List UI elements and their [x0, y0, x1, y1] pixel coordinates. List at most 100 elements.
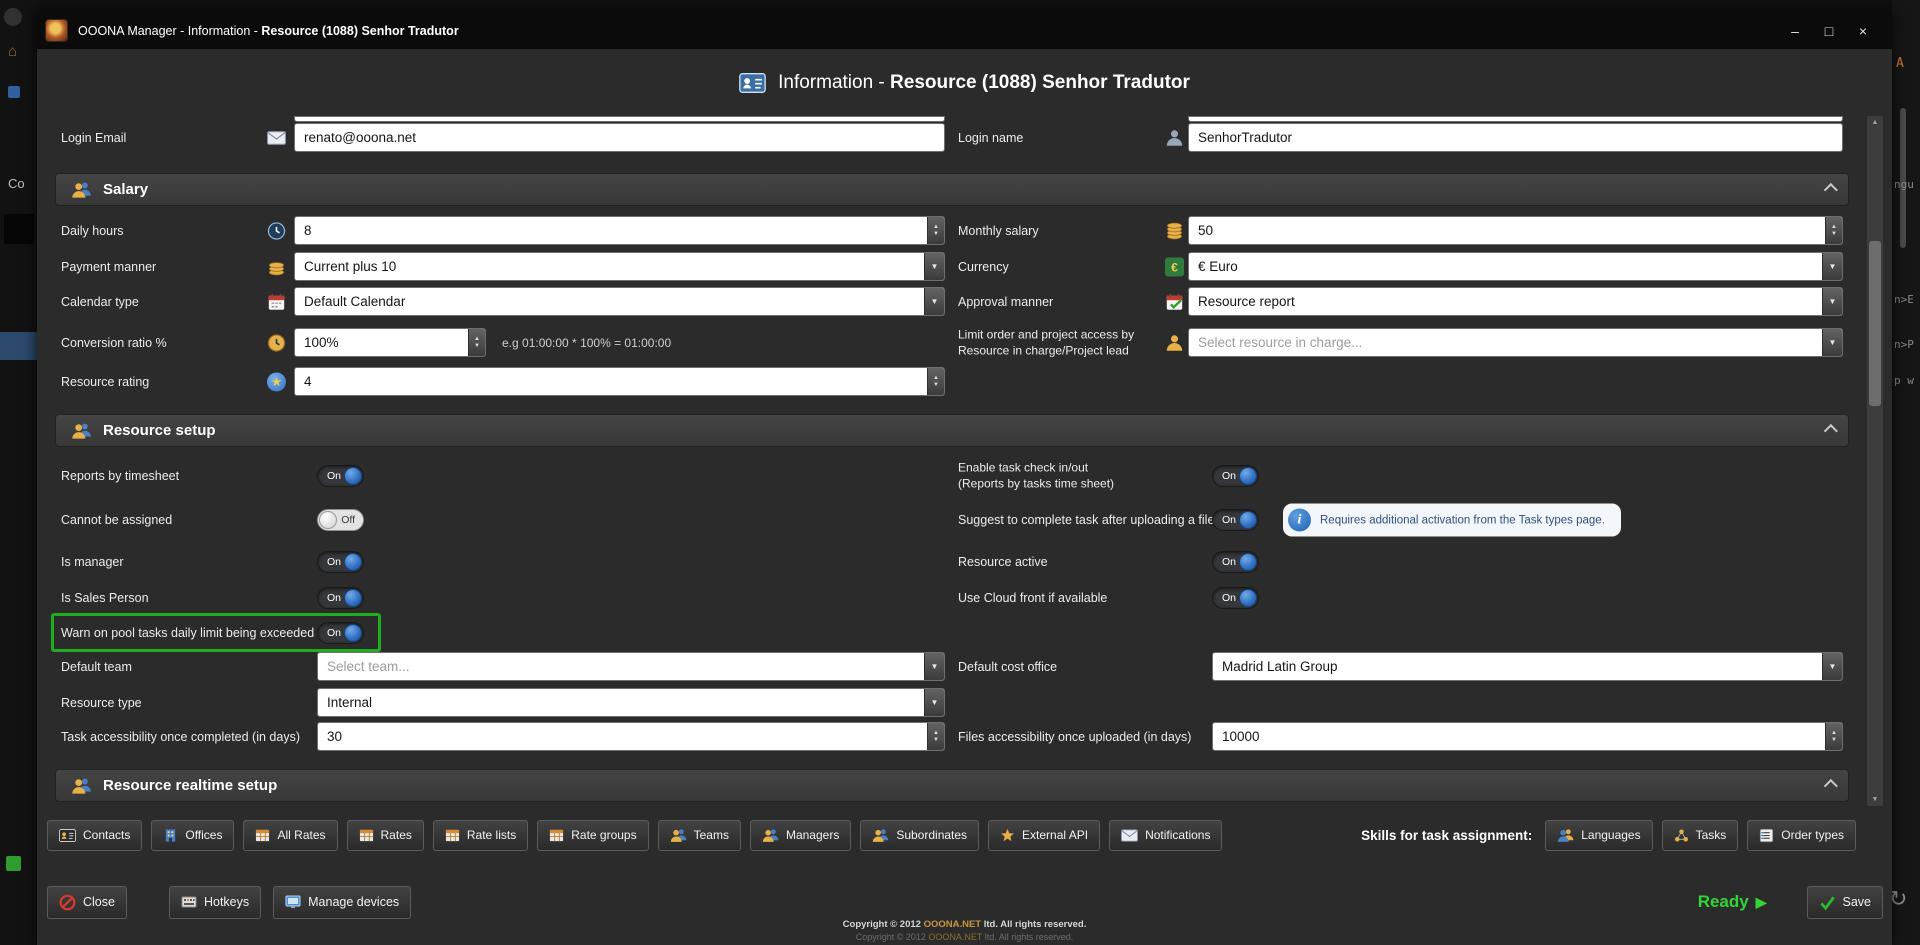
maximize-button[interactable]: □ [1812, 18, 1846, 44]
calendar-type-value[interactable] [295, 288, 944, 315]
contacts-button[interactable]: Contacts [47, 820, 142, 851]
dropdown-arrow-icon[interactable]: ▼ [1822, 288, 1842, 315]
collapse-chevron-icon[interactable] [1824, 182, 1838, 196]
dropdown-arrow-icon[interactable]: ▼ [1822, 653, 1842, 680]
conversion-ratio-input[interactable] [295, 329, 485, 356]
toolbar: Contacts Offices All Rates Rates Rate li… [37, 816, 1892, 854]
section-salary[interactable]: Salary [55, 173, 1849, 206]
offices-button[interactable]: Offices [151, 820, 234, 851]
payment-manner-value[interactable] [295, 253, 944, 280]
resource-type-value[interactable] [318, 689, 944, 716]
managers-button[interactable]: Managers [750, 820, 851, 851]
daily-hours-input[interactable] [295, 217, 944, 244]
dropdown-arrow-icon[interactable]: ▼ [924, 288, 944, 315]
order-list-icon [1759, 828, 1774, 843]
is-manager-toggle[interactable]: On [317, 551, 364, 573]
dropdown-arrow-icon[interactable]: ▼ [924, 253, 944, 280]
files-accessibility-field[interactable]: ▲▼ [1212, 722, 1843, 751]
section-resource-setup[interactable]: Resource setup [55, 414, 1849, 447]
brand-link[interactable]: OOONA.NET [924, 919, 982, 930]
enable-task-check-toggle[interactable]: On [1212, 465, 1259, 487]
payment-manner-dropdown[interactable]: ▼ [294, 252, 945, 281]
collapse-chevron-icon[interactable] [1824, 423, 1838, 437]
save-button[interactable]: Save [1807, 886, 1884, 919]
calendar-type-dropdown[interactable]: ▼ [294, 287, 945, 316]
dropdown-arrow-icon[interactable]: ▼ [924, 689, 944, 716]
spinner-icon[interactable]: ▲▼ [927, 217, 944, 244]
cannot-be-assigned-toggle[interactable]: Off [317, 509, 364, 531]
task-accessibility-input[interactable] [318, 723, 944, 750]
tasks-button[interactable]: Tasks [1662, 820, 1739, 851]
titlebar[interactable]: OOONA Manager - Information - Resource (… [37, 12, 1892, 49]
brand-link[interactable]: OOONA.NET [928, 932, 982, 942]
rates-button[interactable]: Rates [347, 820, 424, 851]
manage-devices-button[interactable]: Manage devices [273, 886, 411, 919]
all-rates-button[interactable]: All Rates [243, 820, 337, 851]
order-types-button[interactable]: Order types [1747, 820, 1856, 851]
conversion-ratio-hint: e.g 01:00:00 * 100% = 01:00:00 [502, 336, 671, 350]
subordinates-button[interactable]: Subordinates [860, 820, 979, 851]
languages-button[interactable]: Languages [1545, 820, 1652, 851]
login-email-input[interactable] [295, 124, 944, 151]
rate-groups-button[interactable]: Rate groups [537, 820, 648, 851]
default-cost-office-dropdown[interactable]: ▼ [1212, 652, 1843, 681]
use-cloud-front-toggle[interactable]: On [1212, 587, 1259, 609]
files-accessibility-label: Files accessibility once uploaded (in da… [958, 730, 1191, 744]
collapse-chevron-icon[interactable] [1824, 778, 1838, 792]
spinner-icon[interactable]: ▲▼ [1825, 217, 1842, 244]
info-note: i Requires additional activation from th… [1283, 504, 1621, 537]
approval-manner-value[interactable] [1189, 288, 1842, 315]
close-window-button[interactable]: × [1846, 18, 1880, 44]
scroll-up-icon[interactable]: ▲ [1867, 119, 1883, 126]
scrollbar-thumb[interactable] [1869, 241, 1881, 406]
scrollbar[interactable]: ▲ ▼ [1867, 116, 1883, 806]
contacts-card-icon [59, 829, 76, 842]
files-accessibility-input[interactable] [1213, 723, 1842, 750]
resource-type-dropdown[interactable]: ▼ [317, 688, 945, 717]
monthly-salary-input[interactable] [1189, 217, 1842, 244]
scroll-down-icon[interactable]: ▼ [1867, 796, 1883, 803]
is-sales-person-toggle[interactable]: On [317, 587, 364, 609]
resource-in-charge-dropdown[interactable]: ▼ [1188, 328, 1843, 357]
dropdown-arrow-icon[interactable]: ▼ [924, 653, 944, 680]
toggle-knob [319, 511, 337, 529]
task-accessibility-field[interactable]: ▲▼ [317, 722, 945, 751]
notifications-button[interactable]: Notifications [1109, 820, 1222, 851]
spinner-icon[interactable]: ▲▼ [468, 329, 485, 356]
default-team-input[interactable] [318, 653, 944, 680]
conversion-clock-icon [267, 334, 286, 353]
approval-manner-dropdown[interactable]: ▼ [1188, 287, 1843, 316]
resource-in-charge-input[interactable] [1189, 329, 1842, 356]
resource-active-toggle[interactable]: On [1212, 551, 1259, 573]
dropdown-arrow-icon[interactable]: ▼ [1822, 253, 1842, 280]
row-sales-cloud: Is Sales Person On Use Cloud front if av… [37, 583, 1892, 613]
spinner-icon[interactable]: ▲▼ [927, 723, 944, 750]
login-name-input[interactable] [1189, 124, 1842, 151]
conversion-ratio-field[interactable]: ▲▼ [294, 328, 486, 357]
spinner-icon[interactable]: ▲▼ [1825, 723, 1842, 750]
reports-by-timesheet-toggle[interactable]: On [317, 465, 364, 487]
hotkeys-button[interactable]: Hotkeys [169, 886, 261, 919]
monthly-salary-field[interactable]: ▲▼ [1188, 216, 1843, 245]
teams-button[interactable]: Teams [658, 820, 741, 851]
info-note-text: Requires additional activation from the … [1320, 514, 1605, 526]
external-api-button[interactable]: External API [988, 820, 1100, 851]
resource-rating-input[interactable] [295, 368, 944, 395]
warn-pool-tasks-toggle[interactable]: On [317, 622, 364, 644]
daily-hours-field[interactable]: ▲▼ [294, 216, 945, 245]
currency-value[interactable] [1189, 253, 1842, 280]
default-team-dropdown[interactable]: ▼ [317, 652, 945, 681]
spinner-icon[interactable]: ▲▼ [927, 368, 944, 395]
window-title: OOONA Manager - Information - Resource (… [78, 24, 459, 38]
default-cost-office-value[interactable] [1213, 653, 1842, 680]
resource-rating-field[interactable]: ▲▼ [294, 367, 945, 396]
login-name-field[interactable] [1188, 123, 1843, 152]
section-resource-realtime[interactable]: Resource realtime setup [55, 769, 1849, 802]
rate-lists-button[interactable]: Rate lists [433, 820, 528, 851]
minimize-button[interactable]: – [1778, 18, 1812, 44]
close-button[interactable]: Close [47, 886, 127, 919]
suggest-complete-toggle[interactable]: On [1212, 509, 1259, 531]
login-email-field[interactable] [294, 123, 945, 152]
currency-dropdown[interactable]: ▼ [1188, 252, 1843, 281]
dropdown-arrow-icon[interactable]: ▼ [1822, 329, 1842, 356]
